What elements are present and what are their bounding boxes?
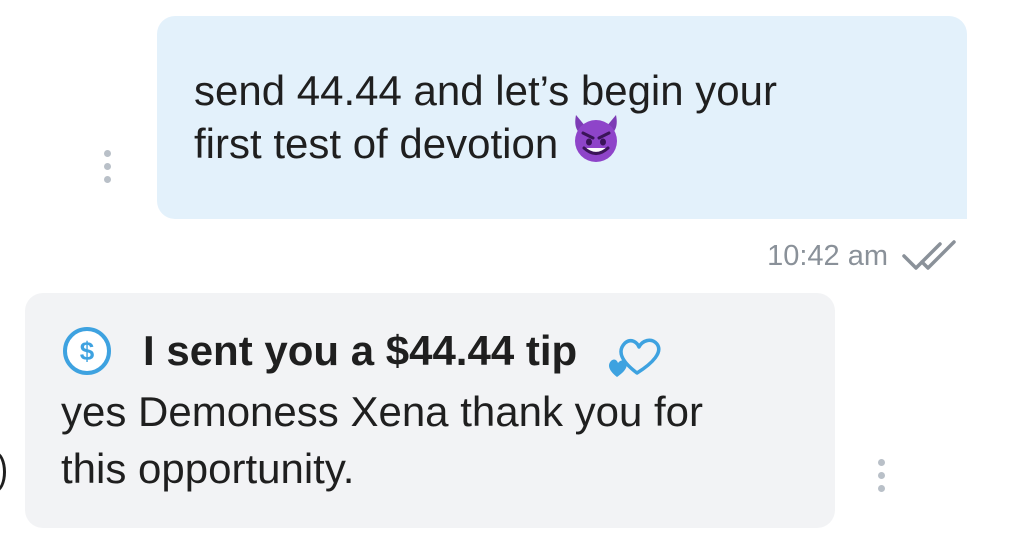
hearts-icon	[609, 338, 661, 377]
message-options-icon[interactable]	[101, 148, 113, 184]
dot	[878, 459, 885, 466]
tip-text: I sent you a $44.44 tip	[143, 327, 578, 374]
message-options-icon[interactable]	[875, 457, 887, 493]
message-text: yes Demoness Xena thank you for this opp…	[61, 383, 801, 497]
timestamp: 10:42 am	[767, 239, 888, 272]
message-meta: 10:42 am	[767, 238, 958, 274]
message-text-line: this opportunity.	[61, 445, 355, 492]
incoming-message-bubble[interactable]: $ I sent you a $44.44 tip yes Demoness X…	[25, 293, 835, 528]
dollar-circle-icon: $	[63, 327, 111, 375]
message-text-line: send 44.44 and let’s begin your	[194, 67, 777, 114]
outgoing-message-bubble[interactable]: send 44.44 and let’s begin your first te…	[157, 16, 967, 219]
dot	[878, 472, 885, 479]
dot	[104, 176, 111, 183]
smiling-imp-emoji-icon	[568, 111, 624, 175]
tip-notice: $ I sent you a $44.44 tip	[61, 323, 801, 379]
dot	[104, 150, 111, 157]
cropped-avatar-edge	[0, 452, 6, 492]
dot	[104, 163, 111, 170]
message-text-line: first test of devotion	[194, 114, 937, 175]
message-text: first test of devotion	[194, 120, 559, 167]
double-check-icon	[902, 240, 956, 270]
message-text-line: yes Demoness Xena thank you for	[61, 388, 704, 435]
svg-text:$: $	[80, 336, 95, 366]
dot	[878, 485, 885, 492]
chat-thread: send 44.44 and let’s begin your first te…	[0, 0, 1015, 539]
